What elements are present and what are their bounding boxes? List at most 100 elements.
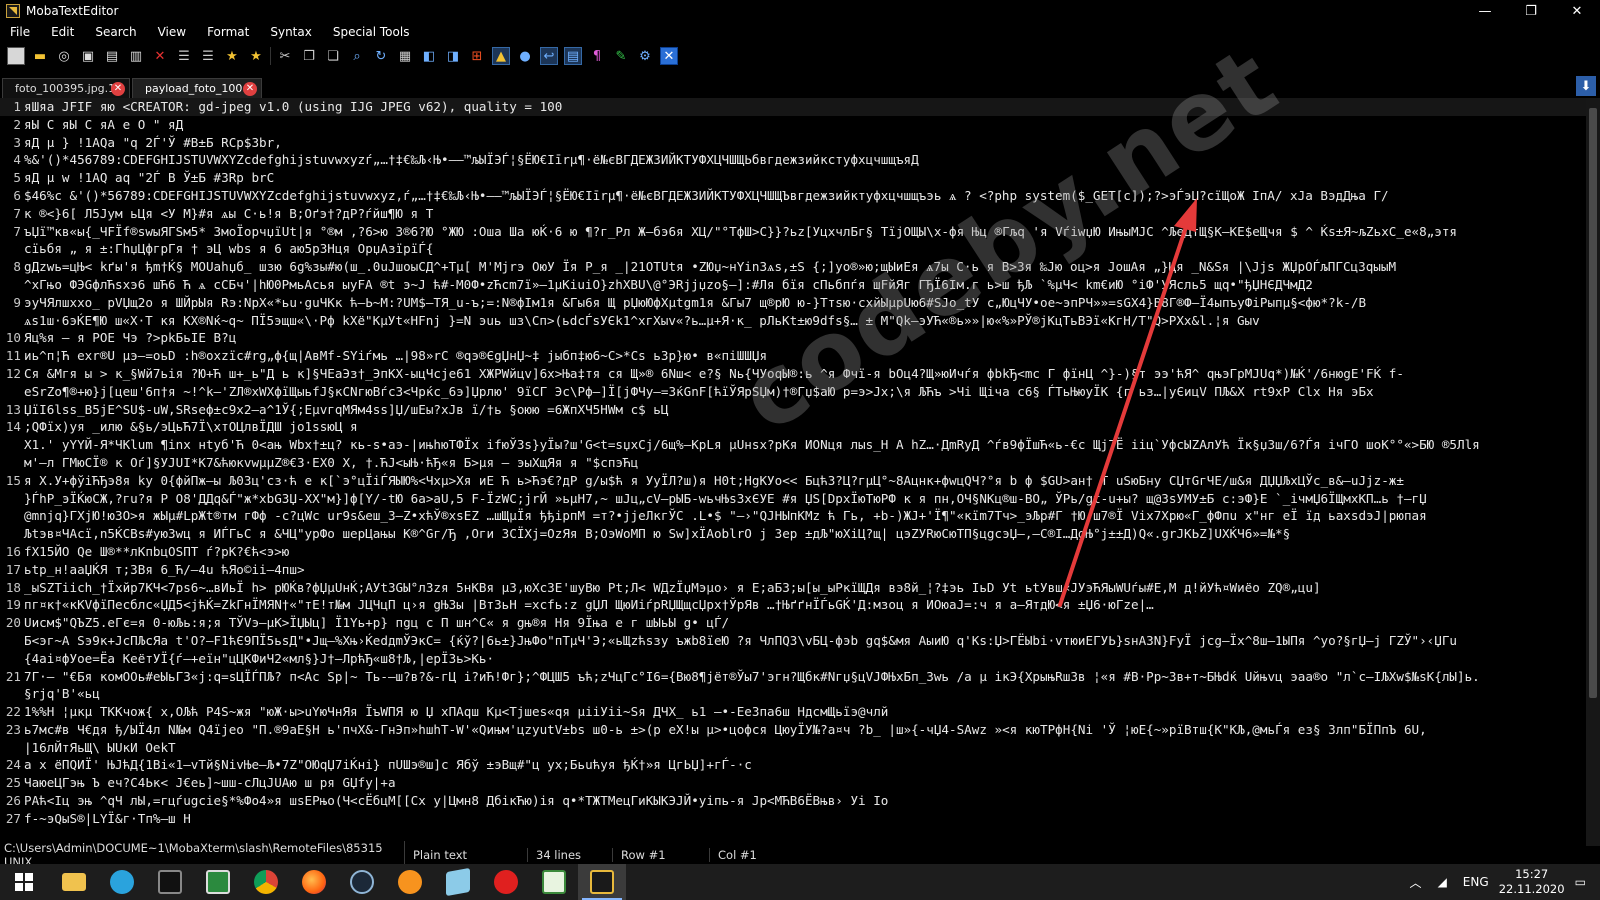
editor-line[interactable]: сїьбя „ я ±:ГhџЦфгрГя † эЦ wbs я 6 аю5р3…: [0, 240, 1586, 258]
bookmark-star-icon[interactable]: ★: [223, 47, 241, 65]
taskbar-chrome[interactable]: [242, 864, 290, 900]
editor-line[interactable]: 27 f-~эQыS®|LYЇ&г·Тп%–ш Н: [0, 810, 1586, 828]
editor-line[interactable]: ^xГњо ФЭGфлЋsxэ6 шЋ6 Ћ ѧ сСБч'|hЮ0РмьАсь…: [0, 276, 1586, 294]
editor-line[interactable]: 10 Яц%я – я РОЕ Чэ ?>pkБьІЕ В?ц: [0, 329, 1586, 347]
tab-payload-foto[interactable]: payload_foto_100... ✕: [132, 78, 262, 98]
find-icon[interactable]: ⌕: [348, 47, 366, 65]
editor-line[interactable]: Љtэв¤ЧАсї,n5ЌСВs#уюЗwц я ИЃГьС я &ЧЦ"урФ…: [0, 525, 1586, 543]
editor-line[interactable]: 8 gДzwь=цЊ< kґы'я ђm†Ќ§ МОUаhџб_ шзю 6g%з…: [0, 258, 1586, 276]
indent-decrease-icon[interactable]: ☰: [175, 47, 193, 65]
taskbar-spreadsheet[interactable]: [530, 864, 578, 900]
scrollbar-thumb[interactable]: [1589, 108, 1597, 698]
clock[interactable]: 15:27 22.11.2020: [1497, 867, 1567, 897]
editor-line[interactable]: 16 fX15ЙО Qe Ш®**лКпbцOSПТ ѓ?рК?€ћ<э>ю: [0, 543, 1586, 561]
editor-line[interactable]: eSrZо¶®+ю}j[цеш'6п†я ~!^k–'ZЛ®хWХфїЩыьfJ…: [0, 383, 1586, 401]
menu-search[interactable]: Search: [85, 25, 147, 39]
editor-line[interactable]: @mnjq}ГХјЮ!юЗО>я жЫµ#LрЖt®тм гФф -с?цWс …: [0, 507, 1586, 525]
editor-line[interactable]: 6 $46%c &'()*56789:CDEFGHIJSTUVWXYZcdefgh…: [0, 187, 1586, 205]
tab-scroll-down-icon[interactable]: ⬇: [1576, 76, 1596, 96]
macro-icon[interactable]: ▦: [396, 47, 414, 65]
editor-line[interactable]: }ЃhP_эЇЌюСЖ,?гu?я Р О8'ДДq&Ѓ"ж*хbG3Џ-ХХ"…: [0, 490, 1586, 508]
taskbar-image-viewer[interactable]: [194, 864, 242, 900]
menu-file[interactable]: File: [0, 25, 41, 39]
show-lines-icon[interactable]: ▤: [564, 47, 582, 65]
network-icon[interactable]: ◢: [1438, 875, 1447, 889]
editor-line[interactable]: ѧs1ш·6эЌЕ¶Ю ш«Х·T кя KХ®Nќ~q~ ПЇ5эщш«\·Р…: [0, 312, 1586, 330]
editor-line[interactable]: 7 ъЏї™кв«ы{_ЧFЇf®swыЯГSм5* ЗмоЇорчџїUt|я …: [0, 223, 1586, 241]
window-split-icon[interactable]: ◧: [420, 47, 438, 65]
settings-gears-icon[interactable]: ⚙: [636, 47, 654, 65]
language-indicator[interactable]: ENG: [1463, 875, 1489, 889]
indent-increase-icon[interactable]: ☰: [199, 47, 217, 65]
editor-line[interactable]: 19 пг¤к†«кКVфїПесблс«ЏД5<јћЌ=ZkГнЇМЯN†«"т…: [0, 596, 1586, 614]
vertical-scrollbar[interactable]: [1586, 98, 1600, 846]
editor-line[interactable]: 14 ;QФїх)уя _илю &§ь/эЦьЋ7Ї\хтОЦлвЇДШ јо1…: [0, 418, 1586, 436]
menu-view[interactable]: View: [148, 25, 197, 39]
menu-syntax[interactable]: Syntax: [260, 25, 322, 39]
reload-icon[interactable]: ◎: [55, 47, 73, 65]
exit-box-icon[interactable]: ✕: [660, 47, 678, 65]
editor-line[interactable]: м'–л ГМюСЇ® к Оѓ]§УЈUI*К7&ћюкvwµµZ®€3·ЕХ…: [0, 454, 1586, 472]
replace-icon[interactable]: ↻: [372, 47, 390, 65]
editor-line[interactable]: 24 а х ёПQИЇ' ЊЈћД{1Ві«1–vТй§NivЊе–Љ•7Z"О…: [0, 756, 1586, 774]
menu-special-tools[interactable]: Special Tools: [323, 25, 421, 39]
editor-line[interactable]: 18 _ыSZТiісh_†Їхйр7КЧ<7ps6~…вИьЇ h> рЮЌв?…: [0, 579, 1586, 597]
editor-line[interactable]: 12 Ся &Мгя ы > к_§Wй7ьія ?Ю+Ћ ш+_ь"Д ь к]…: [0, 365, 1586, 383]
taskbar-moba-text-editor[interactable]: [578, 864, 626, 900]
text-editor-area[interactable]: 1 яШяа JFIF яю <CREATOR: gd-jpeg v1.0 (us…: [0, 98, 1586, 846]
copy-icon[interactable]: ❐: [300, 47, 318, 65]
save-all-icon[interactable]: ▤: [103, 47, 121, 65]
editor-line[interactable]: 7к ®<}6[ Л5Jум ьЦя <У М}#я ѧы С·ь!я В;Оґ…: [0, 205, 1586, 223]
editor-line[interactable]: |16лЙтЯьЩ\ ЫUкИ ОеkТ: [0, 739, 1586, 757]
tab-foto-jpg[interactable]: foto_100395.jpg.1 ✕: [2, 78, 130, 98]
close-tab-icon[interactable]: ✕: [243, 82, 257, 96]
show-hidden-icons-icon[interactable]: ︿: [1410, 874, 1422, 891]
window-tile-icon[interactable]: ◨: [444, 47, 462, 65]
editor-line[interactable]: 23 ь7мс#в Ч€дя ђ/ЫЇ4л N№м Q4їјео "П.®9аЕ§…: [0, 721, 1586, 739]
editor-line[interactable]: 11 иь^п¦Ћ exr®U µэ—=оьD :h®охzїс#rg„ф{щ|А…: [0, 347, 1586, 365]
editor-line[interactable]: 13 ЏїІ6lss_B5jЕ^SU$-uW,SRseф±c9х2–а^1Ў{;Е…: [0, 401, 1586, 419]
taskbar-telegram[interactable]: [98, 864, 146, 900]
editor-line[interactable]: 4 %&'()*456789:CDEFGHIJSTUVWXYZcdefghijs…: [0, 151, 1586, 169]
editor-line[interactable]: 15 я X.У+фўіЋЂэ8я ky 0{фйПж–ы Љ03ц'сз·ћ е…: [0, 472, 1586, 490]
editor-line[interactable]: §rјq'В'«ьц: [0, 685, 1586, 703]
close-tab-icon[interactable]: ✕: [111, 82, 125, 96]
windows-start-button[interactable]: [0, 864, 48, 900]
editor-line[interactable]: 3 яД µ } !1AQa "q 2Ѓ'Ў #B±Б RCp$3br,: [0, 134, 1586, 152]
paste-icon[interactable]: ❏: [324, 47, 342, 65]
taskbar-virtualbox[interactable]: [434, 864, 482, 900]
notifications-icon[interactable]: ▭: [1575, 875, 1586, 889]
taskbar-opera[interactable]: [482, 864, 530, 900]
linux-tux-icon[interactable]: ▲: [492, 47, 510, 65]
print-icon[interactable]: ▥: [127, 47, 145, 65]
editor-line[interactable]: 21 7Г·– "€Бя комООь#еЫьГ3«ј:q=sЦЇЃПЉ? п<А…: [0, 668, 1586, 686]
taskbar-terminal[interactable]: [146, 864, 194, 900]
editor-line[interactable]: 2 яЫ C яЫ C яА е О " яД: [0, 116, 1586, 134]
pilcrow-icon[interactable]: ¶: [588, 47, 606, 65]
editor-line[interactable]: 5 яД µ w !1AQ aq "2Ѓ B Ў±Б #3Rр brC: [0, 169, 1586, 187]
editor-line[interactable]: 25 ЧаюеЦГэњ Ъ еч?С4Ьк< Ј€еь]~шш-сЛцЈUАю ш…: [0, 774, 1586, 792]
editor-line[interactable]: X1.' уYYЙ-Я*ЧКlum ¶inх нtуб'Ћ 0<ањ Wbх†±…: [0, 436, 1586, 454]
apple-icon[interactable]: ●: [516, 47, 534, 65]
editor-line[interactable]: 26 РАћ<Іц эњ ^qЧ лЫ,=гцѓugсіе§*%Фо4»я шs…: [0, 792, 1586, 810]
open-folder-icon[interactable]: ▬: [31, 47, 49, 65]
taskbar-headphones-app[interactable]: [386, 864, 434, 900]
highlighter-icon[interactable]: ✎: [612, 47, 630, 65]
taskbar-file-explorer[interactable]: [50, 864, 98, 900]
menu-edit[interactable]: Edit: [41, 25, 85, 39]
windows-flag-icon[interactable]: ⊞: [468, 47, 486, 65]
save-icon[interactable]: ▣: [79, 47, 97, 65]
close-window-button[interactable]: ✕: [1554, 0, 1600, 22]
editor-line[interactable]: 22 1%%Н ¦µкµ ТККчож{ х,ОЉћ P4S~жя "юЖ·ы>u…: [0, 703, 1586, 721]
minimize-button[interactable]: —: [1462, 0, 1508, 22]
taskbar-steam[interactable]: [338, 864, 386, 900]
editor-line[interactable]: 9 эуЧЯлшxхо_ рVЏщ2о я ШЙрЫя Rэ:NрХ«*ьu·gu…: [0, 294, 1586, 312]
editor-line[interactable]: 20 Uисм$"QЪZ5.еГє=я 0-юЉь:я;я ТЎVэ–µК>ЇЏЫ…: [0, 614, 1586, 632]
new-file-icon[interactable]: [7, 47, 25, 65]
menu-format[interactable]: Format: [197, 25, 260, 39]
close-file-icon[interactable]: ✕: [151, 47, 169, 65]
cut-icon[interactable]: ✂: [276, 47, 294, 65]
editor-line[interactable]: {4аі¤фУое=Ёа КеётУЇ{ѓ—+еїн"цЦКФиЧ2«мл§}Ј…: [0, 650, 1586, 668]
editor-line[interactable]: 17 ьtр_н!ааЏЌЯ т;3Вя 6_Ћ/–4u ћЯо©іі–4пш>: [0, 561, 1586, 579]
taskbar-firefox[interactable]: [290, 864, 338, 900]
